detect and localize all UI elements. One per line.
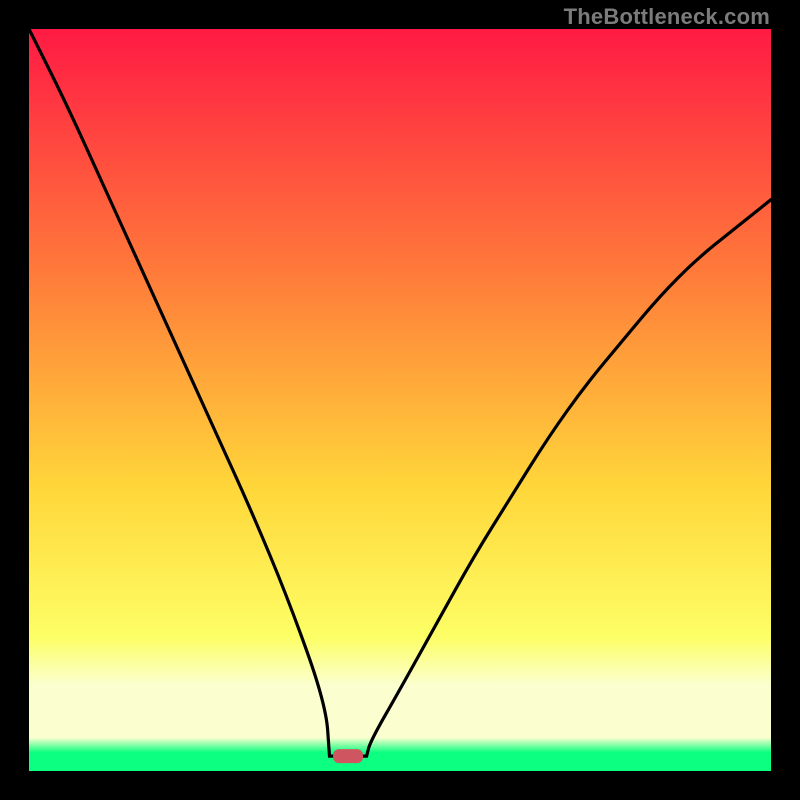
marker-pill	[333, 749, 363, 763]
bottleneck-chart	[29, 29, 771, 771]
chart-frame: TheBottleneck.com	[0, 0, 800, 800]
watermark-text: TheBottleneck.com	[564, 4, 770, 30]
chart-background	[29, 29, 771, 771]
